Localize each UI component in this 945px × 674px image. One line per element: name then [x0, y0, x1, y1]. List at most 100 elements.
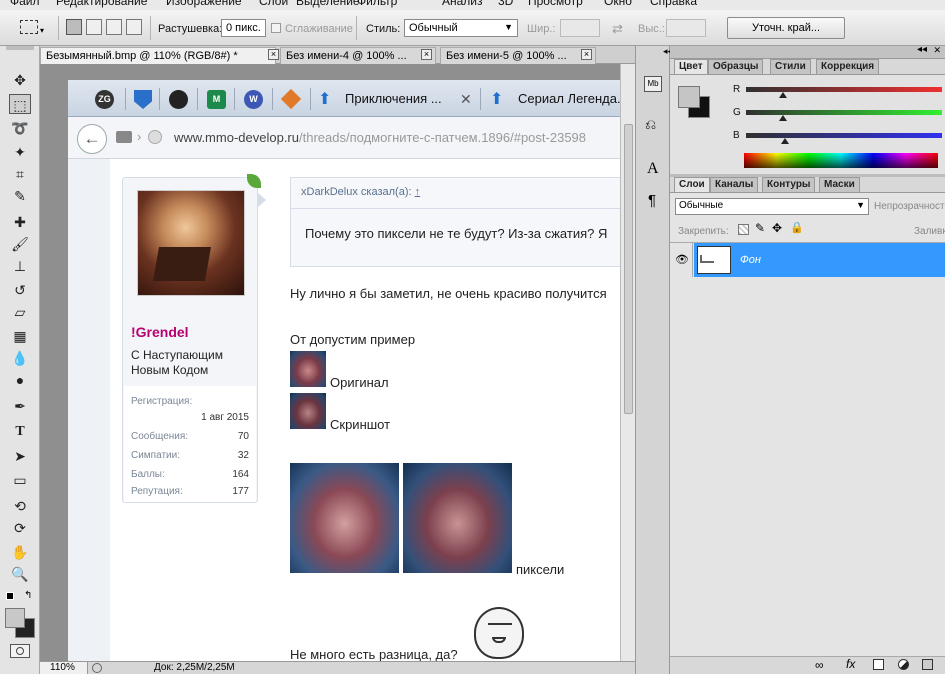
- visibility-eye-icon[interactable]: 👁: [675, 253, 689, 266]
- swap-icon[interactable]: ⇄: [612, 21, 623, 37]
- tab-styles[interactable]: Стили: [770, 59, 811, 74]
- close-icon[interactable]: ×: [581, 49, 592, 60]
- menu-file[interactable]: Файл: [10, 0, 40, 8]
- status-icon[interactable]: [92, 663, 102, 673]
- add-selection-icon[interactable]: [86, 19, 102, 35]
- new-group-icon[interactable]: [922, 659, 933, 670]
- username[interactable]: !Grendel: [131, 324, 189, 340]
- tab-color[interactable]: Цвет: [674, 59, 708, 74]
- brush-tool-icon[interactable]: 🖌: [9, 234, 31, 254]
- layer-row-background[interactable]: [694, 243, 945, 277]
- browser-tab-series[interactable]: Сериал Легенда...: [518, 91, 620, 106]
- swap-colors-icon[interactable]: ↰: [24, 590, 32, 601]
- collapse-icon[interactable]: ◂◂: [917, 44, 927, 55]
- menu-analysis[interactable]: Анализ: [442, 0, 483, 8]
- healing-tool-icon[interactable]: ✚: [9, 212, 31, 232]
- lasso-tool-icon[interactable]: ➰: [9, 118, 31, 138]
- quote-jump-link[interactable]: ↑: [415, 186, 421, 198]
- dodge-tool-icon[interactable]: ●: [9, 370, 31, 390]
- channel-r-thumb[interactable]: [779, 92, 788, 98]
- github-icon[interactable]: [169, 90, 188, 109]
- zoom-tool-icon[interactable]: 🔍: [9, 564, 31, 584]
- chevron-down-icon[interactable]: ▾: [40, 26, 44, 35]
- close-icon[interactable]: ✕: [460, 91, 472, 108]
- pen-tool-icon[interactable]: ✒: [9, 396, 31, 416]
- menu-image[interactable]: Изображение: [166, 0, 242, 8]
- zoom-level[interactable]: 110%: [40, 662, 88, 674]
- add-mask-icon[interactable]: [873, 659, 884, 670]
- eyedropper-tool-icon[interactable]: ✎: [9, 186, 31, 206]
- foreground-color-swatch[interactable]: [5, 608, 25, 628]
- history-brush-tool-icon[interactable]: ↺: [9, 280, 31, 300]
- crop-tool-icon[interactable]: ⌗: [9, 164, 31, 184]
- 3d-rotate-tool-icon[interactable]: ⟲: [9, 496, 31, 516]
- quick-mask-icon[interactable]: [10, 644, 30, 658]
- menu-select[interactable]: Выделение: [296, 0, 360, 8]
- eraser-tool-icon[interactable]: ▱: [9, 302, 31, 322]
- mini-bridge-icon[interactable]: Mb: [644, 76, 662, 92]
- layer-thumbnail[interactable]: [697, 246, 731, 274]
- blur-tool-icon[interactable]: 💧: [9, 348, 31, 368]
- scrollbar-thumb[interactable]: [624, 124, 633, 414]
- shield-icon[interactable]: [134, 90, 152, 109]
- foreground-color-swatch[interactable]: [678, 86, 700, 108]
- tab-channels[interactable]: Каналы: [710, 177, 759, 192]
- stamp-tool-icon[interactable]: ⊥: [9, 256, 31, 276]
- gem-image-large-1[interactable]: [290, 463, 399, 573]
- move-tool-icon[interactable]: ✥: [9, 70, 31, 90]
- menu-help[interactable]: Справка: [650, 0, 697, 8]
- tab-untitled-4[interactable]: Без имени-4 @ 100% ...: [280, 47, 436, 64]
- refine-edge-button[interactable]: Уточн. край...: [727, 17, 845, 39]
- tab-paths[interactable]: Контуры: [762, 177, 816, 192]
- layer-style-icon[interactable]: fx: [846, 657, 855, 671]
- intersect-selection-icon[interactable]: [126, 19, 142, 35]
- feather-input[interactable]: 0 пикс.: [221, 19, 266, 37]
- height-input[interactable]: [666, 19, 706, 37]
- channel-g-slider[interactable]: [746, 110, 942, 115]
- w-icon[interactable]: W: [244, 90, 263, 109]
- close-icon[interactable]: ×: [421, 49, 432, 60]
- gem-image-large-2[interactable]: [403, 463, 512, 573]
- back-button[interactable]: ←: [77, 124, 107, 154]
- history-icon[interactable]: ⎌: [645, 116, 656, 133]
- paragraph-icon[interactable]: ¶: [648, 192, 656, 209]
- menu-window[interactable]: Окно: [604, 0, 632, 8]
- quick-select-tool-icon[interactable]: ✦: [9, 142, 31, 162]
- m-icon[interactable]: M: [207, 90, 226, 109]
- lock-all-icon[interactable]: 🔒: [790, 221, 804, 234]
- layer-name[interactable]: Фон: [740, 254, 761, 266]
- 3d-orbit-tool-icon[interactable]: ⟳: [9, 518, 31, 538]
- adjustment-layer-icon[interactable]: [898, 659, 909, 670]
- shape-tool-icon[interactable]: ▭: [9, 470, 31, 490]
- channel-b-slider[interactable]: [746, 133, 942, 138]
- lock-transparency-icon[interactable]: [738, 224, 749, 235]
- vertical-scrollbar[interactable]: [620, 64, 635, 661]
- close-icon[interactable]: ✕: [933, 45, 941, 56]
- avatar[interactable]: [137, 190, 245, 296]
- lock-pixels-icon[interactable]: ✎: [755, 221, 765, 235]
- tab-swatches[interactable]: Образцы: [708, 59, 764, 74]
- box-icon[interactable]: [280, 88, 302, 110]
- gem-image-screenshot[interactable]: [290, 393, 326, 429]
- document-image[interactable]: ZG M W ⬆ Приключения ... ✕ ⬆ Сериал Леге…: [68, 80, 620, 661]
- zg-icon[interactable]: ZG: [95, 90, 114, 109]
- link-layers-icon[interactable]: ∞: [815, 658, 824, 672]
- channel-g-thumb[interactable]: [779, 115, 788, 121]
- tab-masks[interactable]: Маски: [819, 177, 860, 192]
- url-field[interactable]: www.mmo-develop.ru/threads/подмогните-с-…: [174, 130, 586, 145]
- menu-layers[interactable]: Слои: [259, 0, 288, 8]
- menu-view[interactable]: Просмотр: [528, 0, 583, 8]
- width-input[interactable]: [560, 19, 600, 37]
- tab-adjustments[interactable]: Коррекция: [816, 59, 880, 74]
- tab-untitled-bmp[interactable]: Безымянный.bmp @ 110% (RGB/8#) *: [40, 47, 276, 64]
- default-colors-icon[interactable]: [6, 592, 14, 600]
- quote-author[interactable]: xDarkDelux сказал(а): ↑: [301, 186, 420, 198]
- marquee-preset-icon[interactable]: [20, 20, 38, 34]
- folder-icon[interactable]: [116, 131, 132, 143]
- path-select-tool-icon[interactable]: ➤: [9, 446, 31, 466]
- menu-edit[interactable]: Редактирование: [56, 0, 147, 8]
- style-select[interactable]: Обычный ▼: [404, 19, 518, 37]
- color-spectrum-bar[interactable]: [744, 153, 938, 168]
- menu-filter[interactable]: Фильтр: [357, 0, 397, 8]
- antialias-checkbox[interactable]: [271, 23, 281, 33]
